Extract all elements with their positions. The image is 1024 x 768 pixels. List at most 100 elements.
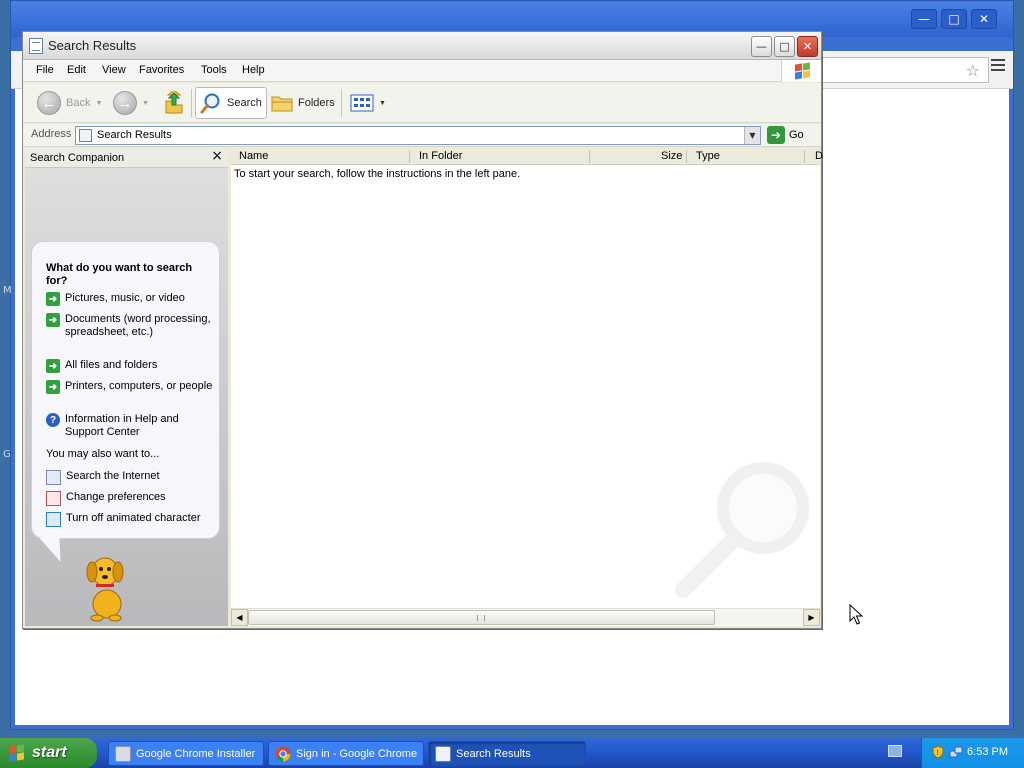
back-button[interactable]: ← Back ▼ bbox=[33, 87, 106, 119]
results-pane: Name In Folder Size Type D To start your… bbox=[231, 148, 823, 626]
option-documents[interactable]: ➜ Documents (word processing, spreadshee… bbox=[46, 313, 214, 339]
scroll-left-icon[interactable]: ◀ bbox=[231, 609, 248, 626]
chrome-icon bbox=[275, 746, 291, 762]
chrome-omnibox[interactable]: ☆ bbox=[811, 57, 989, 83]
chevron-down-icon: ▼ bbox=[142, 99, 149, 107]
go-label: Go bbox=[789, 129, 804, 141]
search-balloon: What do you want to search for? ➜ Pictur… bbox=[31, 241, 220, 539]
forward-arrow-icon: → bbox=[113, 91, 137, 115]
go-button[interactable]: ➜ Go bbox=[767, 126, 804, 144]
clock: 6:53 PM bbox=[967, 746, 1008, 758]
column-divider[interactable] bbox=[686, 150, 687, 163]
column-divider[interactable] bbox=[589, 150, 590, 163]
search-button[interactable]: Search bbox=[195, 87, 267, 119]
option-all-files[interactable]: ➜ All files and folders bbox=[46, 359, 214, 373]
folders-icon bbox=[271, 96, 293, 112]
network-icon[interactable] bbox=[949, 745, 963, 759]
character-icon bbox=[46, 512, 61, 527]
back-arrow-icon: ← bbox=[37, 91, 61, 115]
column-divider[interactable] bbox=[804, 150, 805, 163]
search-companion-header: Search Companion × bbox=[25, 148, 228, 168]
chrome-menu-icon[interactable] bbox=[991, 59, 1005, 74]
scrollbar-thumb[interactable] bbox=[248, 610, 715, 625]
svg-text:!: ! bbox=[936, 749, 939, 757]
folders-button[interactable]: Folders bbox=[267, 87, 339, 119]
search-instruction: To start your search, follow the instruc… bbox=[234, 168, 521, 180]
security-shield-icon[interactable]: ! bbox=[931, 745, 945, 759]
option-printers[interactable]: ➜ Printers, computers, or people bbox=[46, 380, 214, 394]
search-results-icon bbox=[79, 129, 92, 142]
internet-search-icon bbox=[46, 470, 61, 485]
window-title: Search Results bbox=[48, 38, 137, 53]
taskbar-search-results[interactable]: Search Results bbox=[428, 741, 586, 766]
menu-favorites[interactable]: Favorites bbox=[139, 64, 184, 76]
maximize-icon[interactable]: □ bbox=[941, 9, 967, 29]
menu-tools[interactable]: Tools bbox=[201, 64, 227, 76]
folders-label: Folders bbox=[298, 97, 335, 109]
taskbar: start Google Chrome Installer Sign in - … bbox=[0, 738, 1024, 768]
views-grid-icon bbox=[350, 94, 374, 112]
column-in-folder[interactable]: In Folder bbox=[419, 150, 462, 162]
green-arrow-icon: ➜ bbox=[46, 359, 60, 373]
start-label: start bbox=[32, 744, 67, 761]
column-size[interactable]: Size bbox=[661, 150, 682, 162]
installer-icon bbox=[115, 745, 131, 762]
magnifier-watermark-icon bbox=[675, 462, 809, 598]
views-button[interactable]: ▼ bbox=[346, 87, 390, 119]
forward-button[interactable]: → ▼ bbox=[109, 87, 153, 119]
toolbar-separator bbox=[191, 89, 192, 117]
edge-char: G bbox=[3, 449, 11, 460]
back-label: Back bbox=[66, 97, 91, 109]
edge-char: M bbox=[3, 285, 12, 296]
minimize-icon[interactable]: — bbox=[911, 9, 937, 29]
also-heading: You may also want to... bbox=[46, 448, 160, 460]
search-dog-character-icon[interactable] bbox=[75, 550, 135, 622]
column-type[interactable]: Type bbox=[696, 150, 720, 162]
menu-file[interactable]: File bbox=[36, 64, 54, 76]
taskbar-chrome-installer[interactable]: Google Chrome Installer bbox=[108, 741, 264, 766]
taskbar-chrome-sign-in[interactable]: Sign in - Google Chrome bbox=[268, 741, 424, 766]
up-folder-button[interactable] bbox=[159, 87, 189, 119]
minimize-button[interactable]: — bbox=[751, 36, 772, 57]
column-divider[interactable] bbox=[409, 150, 410, 163]
column-name[interactable]: Name bbox=[239, 150, 268, 162]
window-titlebar[interactable]: Search Results — □ ✕ bbox=[23, 32, 821, 60]
close-button[interactable]: ✕ bbox=[797, 36, 818, 57]
menu-view[interactable]: View bbox=[102, 64, 126, 76]
option-change-preferences[interactable]: Change preferences bbox=[46, 491, 214, 506]
start-button[interactable]: start bbox=[0, 738, 97, 768]
search-label: Search bbox=[227, 97, 262, 109]
green-arrow-icon: ➜ bbox=[46, 292, 60, 306]
search-question: What do you want to search for? bbox=[46, 262, 193, 287]
window-icon bbox=[29, 38, 43, 54]
menu-bar: File Edit View Favorites Tools Help bbox=[23, 60, 821, 82]
maximize-button[interactable]: □ bbox=[774, 36, 795, 57]
close-icon[interactable]: × bbox=[211, 148, 223, 164]
address-input[interactable]: Search Results ▼ bbox=[75, 126, 761, 145]
menu-help[interactable]: Help bbox=[242, 64, 265, 76]
address-bar: Address Search Results ▼ ➜ Go bbox=[23, 124, 821, 147]
scroll-right-icon[interactable]: ▶ bbox=[803, 609, 820, 626]
column-headers: Name In Folder Size Type D bbox=[231, 148, 823, 165]
mouse-cursor-icon bbox=[849, 604, 863, 625]
go-arrow-icon: ➜ bbox=[767, 126, 785, 144]
option-turn-off-character[interactable]: Turn off animated character bbox=[46, 512, 214, 527]
windows-flag-icon bbox=[781, 60, 821, 82]
menu-edit[interactable]: Edit bbox=[67, 64, 86, 76]
address-dropdown-icon[interactable]: ▼ bbox=[744, 127, 760, 144]
option-help-center[interactable]: ? Information in Help and Support Center bbox=[46, 413, 214, 439]
horizontal-scrollbar[interactable]: ◀ ▶ bbox=[231, 608, 820, 626]
balloon-tail bbox=[39, 538, 71, 562]
column-date[interactable]: D bbox=[815, 150, 823, 162]
option-search-internet[interactable]: Search the Internet bbox=[46, 470, 214, 485]
search-results-window: Search Results — □ ✕ File Edit View Favo… bbox=[22, 31, 823, 629]
close-icon[interactable]: ✕ bbox=[971, 9, 997, 29]
option-pictures[interactable]: ➜ Pictures, music, or video bbox=[46, 292, 214, 306]
system-tray: ! 6:53 PM bbox=[921, 738, 1024, 768]
keyboard-icon[interactable] bbox=[888, 745, 902, 757]
windows-flag-icon bbox=[8, 744, 26, 762]
address-label: Address bbox=[31, 128, 72, 140]
bookmark-star-icon[interactable]: ☆ bbox=[966, 61, 980, 80]
up-folder-icon bbox=[165, 91, 183, 114]
address-value: Search Results bbox=[97, 129, 172, 141]
